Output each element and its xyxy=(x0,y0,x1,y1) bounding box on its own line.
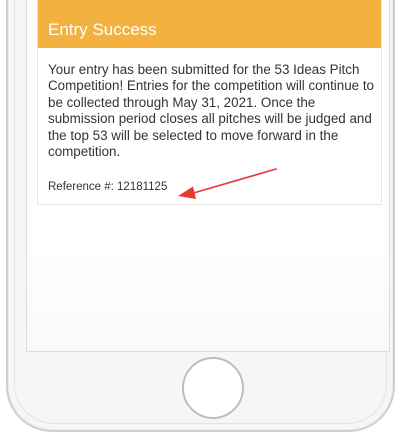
phone-screen: Entry Success Your entry has been submit… xyxy=(26,0,390,352)
reference-number: Reference #: 12181125 xyxy=(48,181,168,193)
screenshot-stage: Entry Success Your entry has been submit… xyxy=(0,0,403,436)
screen-empty-area xyxy=(27,250,389,351)
card-title: Entry Success xyxy=(38,0,381,48)
entry-success-card: Entry Success Your entry has been submit… xyxy=(37,0,382,205)
success-message: Your entry has been submitted for the 53… xyxy=(48,62,374,160)
home-button[interactable] xyxy=(182,357,244,419)
